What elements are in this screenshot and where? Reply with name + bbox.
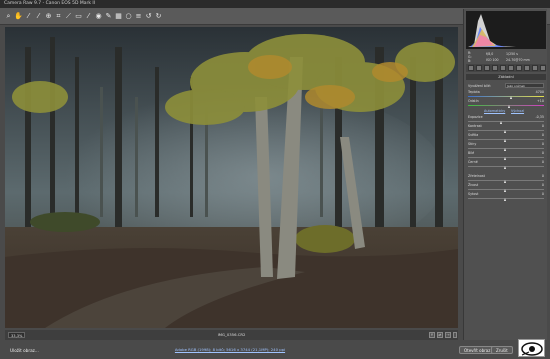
open-image-button[interactable]: Otevřít obraz [459, 346, 496, 354]
slider-value-vibrance[interactable]: 0 [532, 183, 544, 187]
slider-thumb-shadows[interactable] [504, 148, 506, 151]
rotate-cw-icon[interactable]: ↻ [154, 12, 163, 21]
tab-split-toning[interactable] [500, 65, 506, 71]
slider-label-saturation: Sytost [468, 192, 479, 196]
footer: Uložit obraz... Adobe RGB (1998); 8 bitů… [0, 342, 550, 359]
tab-tone-curve[interactable] [476, 65, 482, 71]
tab-hsl[interactable] [492, 65, 498, 71]
histogram [466, 11, 546, 49]
slider-value-clarity[interactable]: 0 [532, 174, 544, 178]
adjustment-brush-icon[interactable]: ✎ [104, 12, 113, 21]
slider-thumb-tint[interactable] [508, 105, 510, 108]
slider-track-contrast[interactable] [468, 130, 544, 131]
radial-filter-icon[interactable]: ○ [124, 12, 133, 21]
slider-value-whites[interactable]: 0 [532, 151, 544, 155]
slider-label-exposure: Expozice [468, 115, 483, 119]
slider-value-saturation[interactable]: 0 [532, 192, 544, 196]
slider-thumb-whites[interactable] [504, 157, 506, 160]
cancel-button[interactable]: Zrušit [491, 346, 513, 354]
hand-tool-icon[interactable]: ✋ [14, 12, 23, 21]
slider-thumb-saturation[interactable] [504, 198, 506, 201]
tab-lens[interactable] [508, 65, 514, 71]
tab-basic[interactable] [468, 65, 474, 71]
default-link[interactable]: Výchozí [511, 109, 524, 113]
white-balance-icon[interactable]: ⁄ [24, 12, 33, 21]
slider-track-vibrance[interactable] [468, 189, 544, 190]
slider-thumb-blacks[interactable] [504, 166, 506, 169]
slider-label-vibrance: Živost [468, 183, 479, 187]
slider-track-temperature[interactable] [468, 96, 544, 97]
aperture-readout: f/8,0 [486, 52, 494, 56]
slider-label-highlights: Světla [468, 133, 479, 137]
adjustments-panel: R: G: B: f/8,0 1/250 s ISO 100 24-70@70 … [463, 9, 547, 340]
slider-thumb-highlights[interactable] [504, 139, 506, 142]
slider-thumb-exposure[interactable] [500, 121, 502, 124]
slider-label-contrast: Kontrast [468, 124, 482, 128]
toggle-settings-icon[interactable] [453, 332, 457, 338]
tab-presets[interactable] [532, 65, 538, 71]
slider-label-clarity: Zřetelnost [468, 174, 485, 178]
slider-value-contrast[interactable]: 0 [532, 124, 544, 128]
preferences-icon[interactable]: ≡ [134, 12, 143, 21]
tab-effects[interactable] [516, 65, 522, 71]
slider-track-blacks[interactable] [468, 166, 544, 167]
red-eye-icon[interactable]: ◉ [94, 12, 103, 21]
slider-value-tint[interactable]: +10 [532, 99, 544, 103]
slider-track-exposure[interactable] [468, 121, 544, 122]
file-name: IMG_0356.CR2 [217, 332, 246, 337]
wb-select[interactable]: Jako snímek [505, 83, 544, 88]
slider-value-exposure[interactable]: -0,35 [532, 115, 544, 119]
forest-photo [5, 27, 458, 328]
slider-label-blacks: Černé [468, 160, 478, 164]
slider-thumb-vibrance[interactable] [504, 189, 506, 192]
copy-settings-icon[interactable]: ⇢ [445, 332, 451, 338]
panel-title: Základní [466, 74, 546, 80]
rotate-ccw-icon[interactable]: ↺ [144, 12, 153, 21]
slider-thumb-temperature[interactable] [510, 96, 512, 99]
target-adjustment-icon[interactable]: ⊕ [44, 12, 53, 21]
slider-track-whites[interactable] [468, 157, 544, 158]
slider-value-shadows[interactable]: 0 [532, 142, 544, 146]
auto-link[interactable]: Automaticky [484, 109, 505, 113]
slider-label-whites: Bílé [468, 151, 475, 155]
spot-removal-icon[interactable]: ⁄ [84, 12, 93, 21]
slider-track-tint[interactable] [468, 105, 544, 106]
zoom-tool-icon[interactable]: ⌕ [4, 12, 13, 21]
transform-icon[interactable]: ▭ [74, 12, 83, 21]
slider-value-highlights[interactable]: 0 [532, 133, 544, 137]
focal-readout: 24-70@70 mm [506, 58, 530, 62]
iso-readout: ISO 100 [486, 58, 499, 62]
status-bar: 33,3% IMG_0356.CR2 Y ⇄ ⇢ [5, 330, 458, 340]
wb-label: Vyvážení bílé: [468, 84, 491, 88]
slider-track-highlights[interactable] [468, 139, 544, 140]
crop-icon[interactable]: ⌗ [54, 12, 63, 21]
tab-calibration[interactable] [524, 65, 530, 71]
slider-thumb-contrast[interactable] [504, 130, 506, 133]
slider-label-shadows: Stíny [468, 142, 477, 146]
window-title: Camera Raw 9.7 - Canon EOS 5D Mark II [0, 0, 550, 8]
compare-view-icon[interactable]: Y [429, 332, 435, 338]
slider-label-temperature: Teplota [468, 90, 480, 94]
blue-readout: B: [468, 59, 472, 63]
slider-value-blacks[interactable]: 0 [532, 160, 544, 164]
slider-thumb-clarity[interactable] [504, 180, 506, 183]
slider-track-saturation[interactable] [468, 198, 544, 199]
image-preview[interactable] [5, 27, 458, 328]
graduated-filter-icon[interactable]: ▦ [114, 12, 123, 21]
shutter-readout: 1/250 s [506, 52, 518, 56]
straighten-icon[interactable]: ⟋ [64, 12, 73, 21]
slider-track-clarity[interactable] [468, 180, 544, 181]
workflow-options-link[interactable]: Adobe RGB (1998); 8 bitů; 5616 x 3744 (2… [0, 347, 460, 352]
tab-snapshots[interactable] [540, 65, 546, 71]
tab-detail[interactable] [484, 65, 490, 71]
slider-value-temperature[interactable]: 4700 [532, 90, 544, 94]
swap-settings-icon[interactable]: ⇄ [437, 332, 443, 338]
watermark-logo [518, 339, 545, 357]
color-sampler-icon[interactable]: ⁄ [34, 12, 43, 21]
slider-track-shadows[interactable] [468, 148, 544, 149]
camera-raw-window: Camera Raw 9.7 - Canon EOS 5D Mark II ⌕ … [0, 0, 550, 359]
slider-label-tint: Odstín [468, 99, 479, 103]
panel-tabs [466, 64, 546, 72]
